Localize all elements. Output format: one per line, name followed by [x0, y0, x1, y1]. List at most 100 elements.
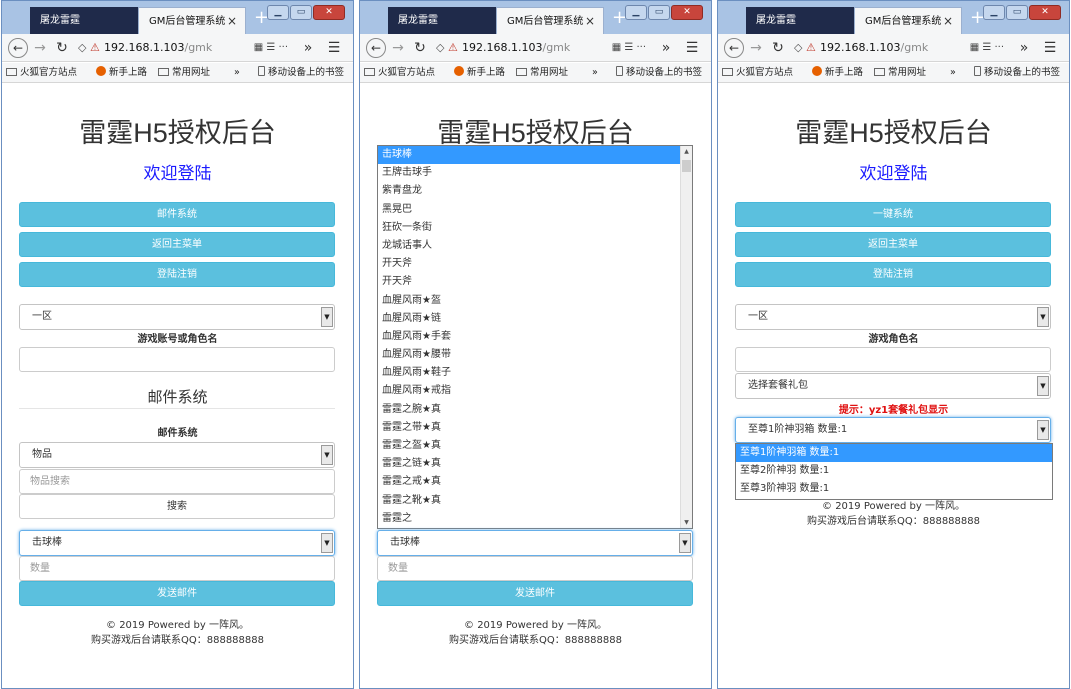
item-dropdown-list[interactable]: 击球棒 王牌击球手 紫青盘龙 黑晃巴 狂砍一条街 龙城话事人 开天斧 开天斧 血腥风雨★盔 血腥风…: [377, 145, 693, 529]
package-select[interactable]: 选择套餐礼包 ▼: [735, 373, 1051, 399]
minimize-button[interactable]: ▁: [625, 5, 647, 20]
bookmark-common-sites[interactable]: 常用网址: [874, 63, 926, 83]
main-menu-button[interactable]: 返回主菜单: [735, 232, 1051, 257]
dropdown-option[interactable]: 开天斧: [378, 255, 692, 273]
maximize-button[interactable]: ▭: [1006, 5, 1028, 20]
quantity-input[interactable]: 数量: [377, 556, 693, 581]
dropdown-option[interactable]: 雷霆之靴★真: [378, 492, 692, 510]
dropdown-option[interactable]: 至尊3阶神羽 数量:1: [736, 480, 1052, 498]
bookmark-getting-started[interactable]: 新手上路: [454, 63, 505, 83]
main-menu-button[interactable]: 返回主菜单: [19, 232, 335, 257]
package-dropdown-list[interactable]: 至尊1阶神羽箱 数量:1 至尊2阶神羽 数量:1 至尊3阶神羽 数量:1: [735, 443, 1053, 500]
send-mail-button[interactable]: 发送邮件: [19, 581, 335, 606]
minimize-button[interactable]: ▁: [267, 5, 289, 20]
dropdown-option[interactable]: 血腥风雨★链: [378, 310, 692, 328]
page-actions[interactable]: ▦ ☰ ···: [607, 38, 646, 58]
dropdown-option[interactable]: 雷霆之链★真: [378, 455, 692, 473]
dropdown-option[interactable]: 王牌击球手: [378, 164, 692, 182]
item-search-input[interactable]: 物品搜索: [19, 469, 335, 494]
item-type-select[interactable]: 物品 ▼: [19, 442, 335, 468]
close-icon[interactable]: ×: [585, 8, 595, 35]
insecure-lock-icon[interactable]: ⚠: [90, 38, 104, 58]
close-window-button[interactable]: ✕: [313, 5, 345, 20]
tab-gm-admin[interactable]: GM后台管理系统 ×: [138, 7, 246, 34]
dropdown-option[interactable]: 血腥风雨★手套: [378, 328, 692, 346]
dropdown-option[interactable]: 雷霆之腕★真: [378, 401, 692, 419]
dropdown-option[interactable]: 狂砍一条街: [378, 219, 692, 237]
menu-icon[interactable]: ☰: [682, 38, 702, 58]
close-window-button[interactable]: ✕: [1029, 5, 1061, 20]
package-item-select[interactable]: 至尊1阶神羽箱 数量:1 ▼: [735, 417, 1051, 443]
role-input[interactable]: [735, 347, 1051, 372]
item-select[interactable]: 击球棒 ▼: [377, 530, 693, 556]
bookmark-mobile[interactable]: 移动设备上的书签: [616, 63, 702, 83]
bookmarks-more-icon[interactable]: »: [592, 63, 598, 83]
minimize-button[interactable]: ▁: [983, 5, 1005, 20]
menu-icon[interactable]: ☰: [1040, 38, 1060, 58]
insecure-lock-icon[interactable]: ⚠: [806, 38, 820, 58]
logout-button[interactable]: 登陆注销: [19, 262, 335, 287]
dropdown-option[interactable]: 雷霆之盔★真: [378, 437, 692, 455]
tab-gm-admin[interactable]: GM后台管理系统 ×: [496, 7, 604, 34]
bookmark-mobile[interactable]: 移动设备上的书签: [974, 63, 1060, 83]
bookmarks-more-icon[interactable]: »: [234, 63, 240, 83]
back-icon[interactable]: ←: [366, 38, 386, 58]
account-input[interactable]: [19, 347, 335, 372]
forward-icon[interactable]: →: [746, 38, 766, 58]
scroll-up-icon[interactable]: ▲: [681, 148, 692, 155]
scroll-down-icon[interactable]: ▼: [681, 519, 692, 526]
back-icon[interactable]: ←: [8, 38, 28, 58]
quantity-input[interactable]: 数量: [19, 556, 335, 581]
tab-tulong[interactable]: 屠龙雷霆: [30, 7, 138, 34]
forward-icon[interactable]: →: [30, 38, 50, 58]
dropdown-option[interactable]: 击球棒: [378, 146, 692, 165]
url-bar[interactable]: ◇ ⚠ 192.168.1.103/gmk ▦ ☰ ···: [78, 38, 288, 58]
insecure-lock-icon[interactable]: ⚠: [448, 38, 462, 58]
overflow-icon[interactable]: »: [298, 38, 318, 58]
tab-gm-admin[interactable]: GM后台管理系统 ×: [854, 7, 962, 34]
dropdown-option[interactable]: 血腥风雨★盔: [378, 292, 692, 310]
maximize-button[interactable]: ▭: [648, 5, 670, 20]
bookmark-mobile[interactable]: 移动设备上的书签: [258, 63, 344, 83]
url-bar[interactable]: ◇ ⚠ 192.168.1.103/gmk ▦ ☰ ···: [436, 38, 646, 58]
page-actions[interactable]: ▦ ☰ ···: [965, 38, 1004, 58]
tab-tulong[interactable]: 屠龙雷霆: [388, 7, 496, 34]
bookmark-firefox-official[interactable]: 火狐官方站点: [722, 63, 793, 83]
reload-icon[interactable]: ↻: [410, 38, 430, 58]
overflow-icon[interactable]: »: [656, 38, 676, 58]
mail-system-button[interactable]: 邮件系统: [19, 202, 335, 227]
bookmark-getting-started[interactable]: 新手上路: [812, 63, 863, 83]
reload-icon[interactable]: ↻: [768, 38, 788, 58]
bookmarks-more-icon[interactable]: »: [950, 63, 956, 83]
dropdown-option[interactable]: 雷霆之戒★真: [378, 473, 692, 491]
maximize-button[interactable]: ▭: [290, 5, 312, 20]
dropdown-option[interactable]: 龙城话事人: [378, 237, 692, 255]
bookmark-common-sites[interactable]: 常用网址: [158, 63, 210, 83]
dropdown-option[interactable]: 血腥风雨★腰带: [378, 346, 692, 364]
scrollbar[interactable]: ▲ ▼: [680, 146, 692, 528]
bookmark-common-sites[interactable]: 常用网址: [516, 63, 568, 83]
menu-icon[interactable]: ☰: [324, 38, 344, 58]
tab-tulong[interactable]: 屠龙雷霆: [746, 7, 854, 34]
close-icon[interactable]: ×: [943, 8, 953, 35]
bookmark-firefox-official[interactable]: 火狐官方站点: [364, 63, 435, 83]
one-click-system-button[interactable]: 一键系统: [735, 202, 1051, 227]
scroll-thumb[interactable]: [682, 160, 691, 172]
dropdown-option[interactable]: 至尊2阶神羽 数量:1: [736, 462, 1052, 480]
url-bar[interactable]: ◇ ⚠ 192.168.1.103/gmk ▦ ☰ ···: [794, 38, 1004, 58]
dropdown-option[interactable]: 紫青盘龙: [378, 182, 692, 200]
dropdown-option[interactable]: 开天斧: [378, 273, 692, 291]
dropdown-option[interactable]: 血腥风雨★戒指: [378, 382, 692, 400]
server-select[interactable]: 一区 ▼: [19, 304, 335, 330]
search-button[interactable]: 搜索: [19, 494, 335, 519]
dropdown-option[interactable]: 雷霆之带★真: [378, 419, 692, 437]
dropdown-option[interactable]: 至尊1阶神羽箱 数量:1: [736, 444, 1052, 462]
close-window-button[interactable]: ✕: [671, 5, 703, 20]
bookmark-getting-started[interactable]: 新手上路: [96, 63, 147, 83]
close-icon[interactable]: ×: [227, 8, 237, 35]
reload-icon[interactable]: ↻: [52, 38, 72, 58]
overflow-icon[interactable]: »: [1014, 38, 1034, 58]
item-select[interactable]: 击球棒 ▼: [19, 530, 335, 556]
logout-button[interactable]: 登陆注销: [735, 262, 1051, 287]
dropdown-option[interactable]: 血腥风雨★鞋子: [378, 364, 692, 382]
